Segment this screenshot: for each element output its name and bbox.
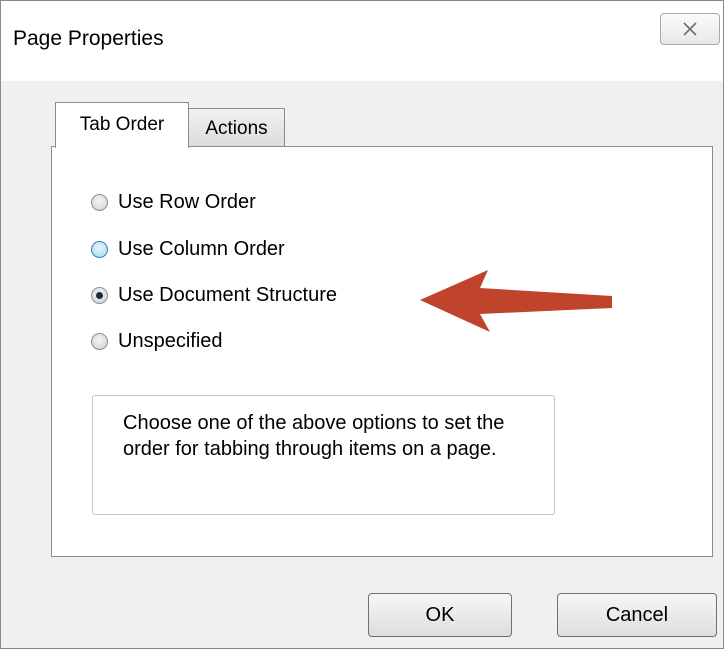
cancel-button[interactable]: Cancel xyxy=(557,593,717,637)
radio-label: Unspecified xyxy=(118,329,223,352)
close-icon xyxy=(683,22,697,36)
radio-use-document-structure[interactable]: Use Document Structure xyxy=(91,282,337,308)
radio-unspecified[interactable]: Unspecified xyxy=(91,328,223,354)
dialog-title: Page Properties xyxy=(13,27,164,50)
radio-label: Use Row Order xyxy=(118,190,256,213)
radio-use-row-order[interactable]: Use Row Order xyxy=(91,189,256,215)
close-button[interactable] xyxy=(660,13,720,45)
tab-actions[interactable]: Actions xyxy=(189,108,285,147)
radio-button-icon xyxy=(91,193,108,211)
tab-tab-order[interactable]: Tab Order xyxy=(55,102,189,148)
radio-use-column-order[interactable]: Use Column Order xyxy=(91,236,285,262)
radio-button-icon xyxy=(91,332,108,350)
arrow-left-icon xyxy=(420,270,612,332)
radio-button-icon xyxy=(91,240,108,258)
title-bar: Page Properties xyxy=(1,1,723,81)
radio-button-checked-icon xyxy=(91,286,108,304)
radio-label: Use Document Structure xyxy=(118,283,337,306)
page-properties-dialog: Page Properties Tab Order Actions Use Ro… xyxy=(0,0,724,649)
ok-button[interactable]: OK xyxy=(368,593,512,637)
info-box: Choose one of the above options to set t… xyxy=(92,395,555,515)
radio-label: Use Column Order xyxy=(118,237,285,260)
